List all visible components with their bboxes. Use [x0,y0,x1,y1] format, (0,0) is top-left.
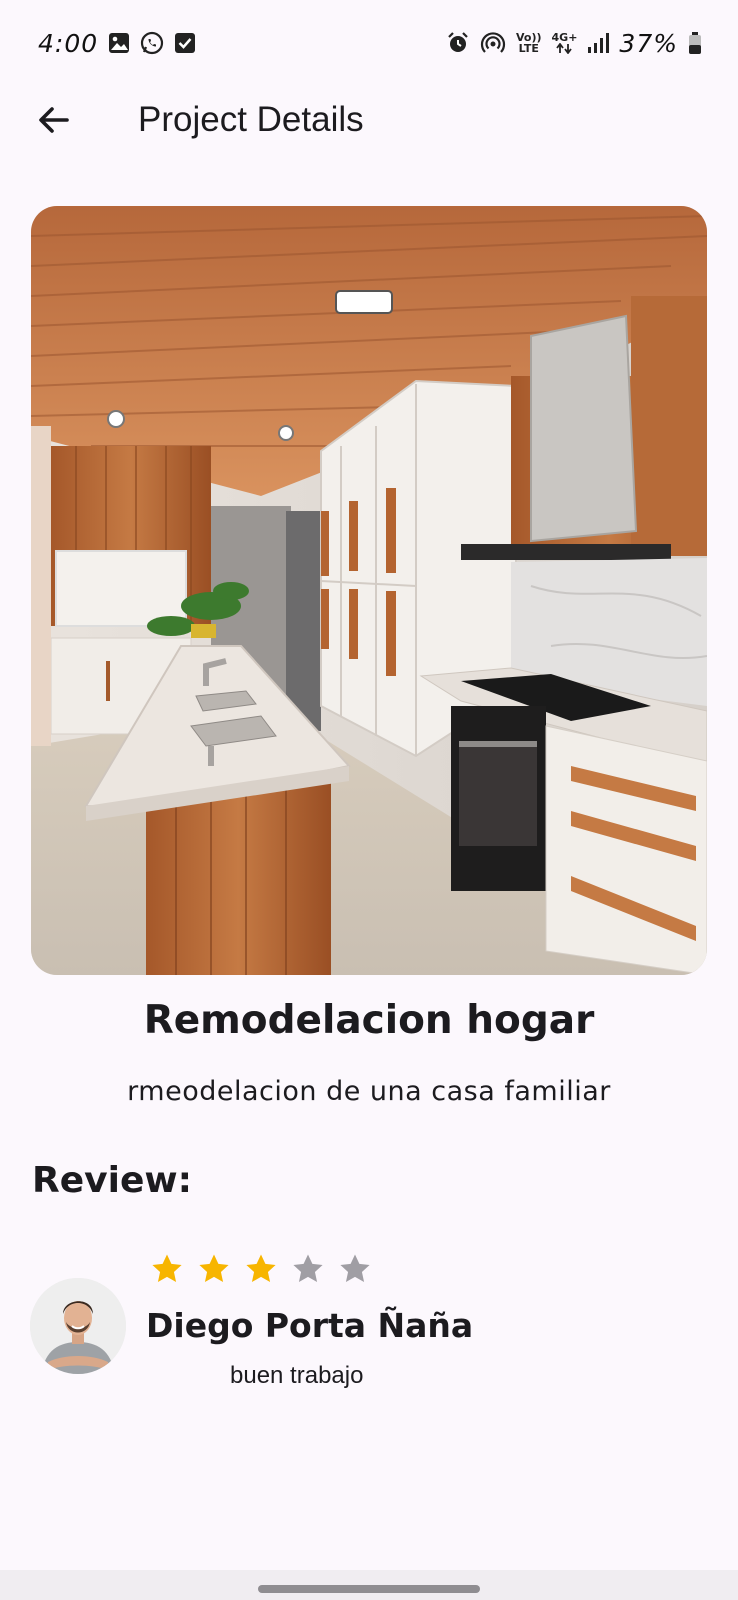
review-comment: buen trabajo [230,1362,364,1389]
arrow-left-icon [36,102,72,142]
status-bar: 4:00 Vo)) LTE 4G+ 37% [0,0,738,86]
reviewer-name: Diego Porta Ñaña [146,1306,474,1345]
star-filled-icon [152,1254,182,1283]
status-left: 4:00 [38,29,196,58]
kitchen-remodel-photo [31,206,707,975]
avatar [30,1278,126,1374]
review-item: Diego Porta Ñaña buen trabajo [30,1250,710,1400]
hotspot-icon [480,31,506,55]
rating-stars [150,1252,372,1286]
battery-percent: 37% [619,28,678,58]
status-right: Vo)) LTE 4G+ 37% [446,29,702,58]
app-bar: Project Details [0,86,738,156]
project-details-screen: 4:00 Vo)) LTE 4G+ 37% Project Details Re… [0,0,738,1600]
volte-label-bottom: LTE [518,42,539,55]
battery-icon [688,31,702,55]
project-image[interactable] [31,206,707,975]
project-title: Remodelacion hogar [143,998,595,1043]
gallery-icon [108,32,130,54]
status-time: 4:00 [38,28,99,58]
star-filled-icon [199,1254,229,1283]
project-description: rmeodelacion de una casa familiar [127,1076,611,1107]
star-empty-icon [293,1254,323,1283]
page-title: Project Details [138,100,364,139]
back-button[interactable] [30,98,78,146]
data-4g-icon: 4G+ [551,31,578,54]
gesture-handle[interactable] [258,1585,480,1593]
checkbox-icon [174,32,196,54]
data-label: 4G+ [551,31,578,44]
star-filled-icon [246,1254,276,1283]
gesture-nav-area [0,1570,738,1600]
signal-icon [587,32,610,54]
star-empty-icon [340,1254,370,1283]
volte-icon: Vo)) LTE [516,32,542,54]
whatsapp-icon [140,31,164,55]
alarm-icon [446,31,470,55]
review-heading: Review: [32,1160,193,1201]
